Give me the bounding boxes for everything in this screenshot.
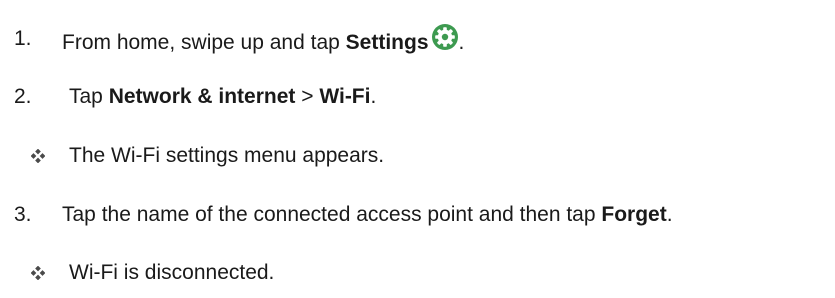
step-text-plain: . — [666, 203, 673, 226]
result-text: Wi-Fi is disconnected. — [69, 261, 275, 284]
step-text-bold: Settings — [345, 31, 429, 54]
step-number: 1. — [14, 27, 32, 50]
diamond-bullet-icon — [31, 266, 45, 280]
step-text: From home, swipe up and tap Settings . — [62, 23, 464, 59]
step-text-plain: Tap — [69, 85, 109, 108]
result-text: The Wi-Fi settings menu appears. — [69, 144, 385, 167]
step-text: Tap Network & internet > Wi-Fi. — [69, 81, 376, 113]
diamond-bullet-icon — [31, 149, 45, 163]
step-text-bold: Forget — [601, 203, 667, 226]
step-text-plain: From home, swipe up and tap — [62, 31, 346, 54]
step-number: 2. — [14, 85, 32, 108]
step-number: 3. — [14, 203, 32, 226]
step-text: Tap the name of the connected access poi… — [62, 199, 673, 231]
settings-gear-icon — [431, 24, 458, 50]
step-text-bold: Wi-Fi — [319, 85, 371, 108]
step-text-plain: . — [458, 31, 465, 54]
step-text-plain: Tap the name of the connected access poi… — [62, 203, 602, 226]
instruction-document: { "steps": [ { "number": "1.", "parts": … — [0, 0, 835, 298]
step-text-plain: . — [370, 85, 377, 108]
step-text-plain: > — [295, 85, 320, 108]
step-text-bold: Network & internet — [108, 85, 296, 108]
